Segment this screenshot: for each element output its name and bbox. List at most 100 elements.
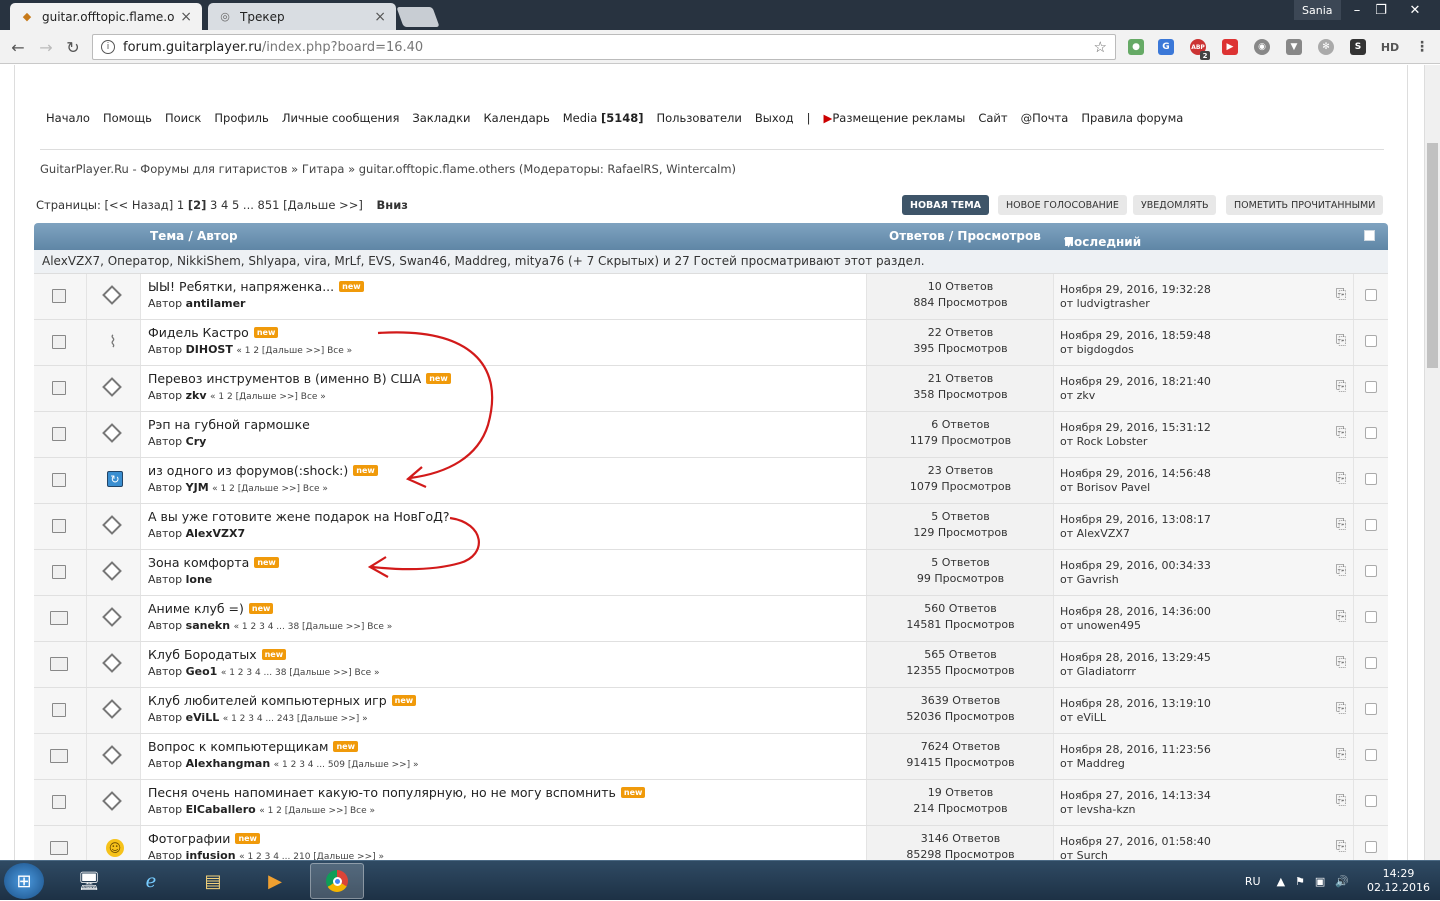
topic-checkbox[interactable] — [1365, 703, 1377, 715]
topic-checkbox[interactable] — [1365, 657, 1377, 669]
topic-title-link[interactable]: Клуб любителей компьютерных игр — [148, 693, 387, 708]
last-post-icon[interactable]: ⎘ — [1336, 655, 1346, 670]
taskbar-chrome-icon[interactable] — [310, 863, 364, 899]
tray-volume-icon[interactable]: 🔊 — [1335, 875, 1349, 888]
last-post-icon[interactable]: ⎘ — [1336, 609, 1346, 624]
start-button[interactable]: ⊞ — [4, 863, 44, 899]
page-scrollbar[interactable] — [1424, 65, 1440, 860]
topic-title-link[interactable]: Песня очень напоминает какую-то популярн… — [148, 785, 616, 800]
address-bar[interactable]: i forum.guitarplayer.ru/index.php?board=… — [92, 34, 1116, 60]
new-badge[interactable]: new — [254, 557, 279, 568]
last-post-icon[interactable]: ⎘ — [1336, 471, 1346, 486]
author-link[interactable]: infusion — [186, 849, 236, 860]
pagination-prefix[interactable]: Страницы: [<< Назад] 1 — [36, 198, 188, 212]
mark-read-button[interactable]: ПОМЕТИТЬ ПРОЧИТАННЫМИ — [1226, 195, 1384, 215]
topic-pages[interactable]: « 1 2 3 4 ... 38 [Дальше >>] Все » — [234, 622, 393, 632]
menu-logout[interactable]: Выход — [755, 111, 794, 125]
new-badge[interactable]: new — [261, 649, 287, 660]
menu-home[interactable]: Начало — [46, 111, 90, 125]
topic-checkbox[interactable] — [1365, 335, 1377, 347]
menu-users[interactable]: Пользователи — [656, 111, 741, 125]
topic-pages[interactable]: « 1 2 [Дальше >>] Все » — [212, 484, 328, 494]
taskbar-computer-icon[interactable]: 🖥 — [62, 863, 116, 899]
menu-calendar[interactable]: Календарь — [484, 111, 550, 125]
last-post-author[interactable]: от eViLL — [1060, 711, 1106, 724]
author-link[interactable]: lone — [186, 573, 213, 586]
topic-title-link[interactable]: Рэп на губной гармошке — [148, 417, 310, 432]
taskbar-explorer-icon[interactable]: ▤ — [186, 863, 240, 899]
reload-icon[interactable]: ↻ — [63, 38, 83, 57]
hd-extension-icon[interactable]: HD — [1378, 39, 1402, 55]
last-post-icon[interactable]: ⎘ — [1336, 701, 1346, 716]
pagination[interactable]: Страницы: [<< Назад] 1 [2] 3 4 5 ... 851… — [36, 198, 408, 212]
new-topic-button[interactable]: НОВАЯ ТЕМА — [902, 195, 990, 215]
new-poll-button[interactable]: НОВОЕ ГОЛОСОВАНИЕ — [998, 195, 1127, 215]
author-link[interactable]: eViLL — [186, 711, 220, 724]
last-post-icon[interactable]: ⎘ — [1336, 563, 1346, 578]
last-post-author[interactable]: от AlexVZX7 — [1060, 527, 1130, 540]
topic-pages[interactable]: « 1 2 [Дальше >>] Все » — [210, 392, 326, 402]
s-extension-icon[interactable]: S — [1350, 39, 1366, 55]
topic-checkbox[interactable] — [1365, 519, 1377, 531]
last-post-author[interactable]: от ludvigtrasher — [1060, 297, 1150, 310]
tray-network-icon[interactable]: ▣ — [1315, 875, 1325, 888]
forward-icon[interactable]: → — [36, 38, 56, 57]
author-link[interactable]: antilamer — [186, 297, 246, 310]
topic-checkbox[interactable] — [1365, 795, 1377, 807]
last-post-icon[interactable]: ⎘ — [1336, 425, 1346, 440]
author-link[interactable]: DIHOST — [186, 343, 233, 356]
media-extension-icon[interactable]: ▶ — [1222, 39, 1238, 55]
scroll-down-link[interactable]: Вниз — [376, 198, 407, 212]
col-topic-header[interactable]: Тема / Автор — [150, 229, 238, 243]
topic-checkbox[interactable] — [1365, 473, 1377, 485]
tray-expand-icon[interactable]: ▲ — [1277, 875, 1285, 888]
language-indicator[interactable]: RU — [1245, 875, 1261, 888]
tab-close-icon[interactable]: × — [180, 9, 192, 25]
new-badge[interactable]: new — [248, 603, 274, 614]
col-stats-header[interactable]: Ответов / Просмотров — [889, 229, 1041, 243]
topic-title-link[interactable]: Клуб Бородатых — [148, 647, 257, 662]
topic-checkbox[interactable] — [1365, 381, 1377, 393]
breadcrumb[interactable]: GuitarPlayer.Ru - Форумы для гитаристов … — [40, 162, 736, 176]
select-all-checkbox[interactable] — [1364, 230, 1375, 241]
topic-title-link[interactable]: Аниме клуб =) — [148, 601, 244, 616]
topic-checkbox[interactable] — [1365, 611, 1377, 623]
tray-flag-icon[interactable]: ⚑ — [1295, 875, 1305, 888]
new-badge[interactable]: new — [253, 327, 279, 338]
last-post-icon[interactable]: ⎘ — [1336, 747, 1346, 762]
author-link[interactable]: YJM — [186, 481, 209, 494]
last-post-icon[interactable]: ⎘ — [1336, 379, 1346, 394]
topic-checkbox[interactable] — [1365, 565, 1377, 577]
last-post-icon[interactable]: ⎘ — [1336, 839, 1346, 854]
topic-pages[interactable]: « 1 2 3 4 ... 210 [Дальше >>] » — [239, 852, 384, 860]
extension-icon[interactable]: ● — [1128, 39, 1144, 55]
menu-search[interactable]: Поиск — [165, 111, 201, 125]
shield-icon[interactable]: ▼ — [1286, 39, 1302, 55]
new-badge[interactable]: new — [353, 465, 378, 476]
topic-title-link[interactable]: Фотографии — [148, 831, 230, 846]
last-post-author[interactable]: от Borisov Pavel — [1060, 481, 1150, 494]
last-post-author[interactable]: от Rock Lobster — [1060, 435, 1147, 448]
menu-rules[interactable]: Правила форума — [1081, 111, 1183, 125]
new-badge[interactable]: new — [620, 787, 646, 798]
author-link[interactable]: Cry — [186, 435, 207, 448]
last-post-author[interactable]: от Maddreg — [1060, 757, 1125, 770]
menu-site[interactable]: Сайт — [978, 111, 1007, 125]
last-post-author[interactable]: от Gladiatorrr — [1060, 665, 1136, 678]
last-post-icon[interactable]: ⎘ — [1336, 333, 1346, 348]
tab-close-icon[interactable]: × — [374, 9, 386, 25]
menu-profile[interactable]: Профиль — [214, 111, 268, 125]
menu-dots-icon[interactable]: ⋮ — [1414, 39, 1430, 55]
info-icon[interactable]: i — [101, 40, 115, 54]
author-link[interactable]: sanekn — [186, 619, 230, 632]
profile-name[interactable]: Sania — [1294, 0, 1341, 20]
author-link[interactable]: zkv — [186, 389, 207, 402]
topic-title-link[interactable]: ЫЫ! Ребятки, напряженка... — [148, 279, 334, 294]
new-badge[interactable]: new — [339, 281, 364, 292]
last-post-icon[interactable]: ⎘ — [1336, 517, 1346, 532]
topic-title-link[interactable]: Вопрос к компьютерщикам — [148, 739, 328, 754]
topic-pages[interactable]: « 1 2 [Дальше >>] Все » — [236, 346, 352, 356]
topic-checkbox[interactable] — [1365, 289, 1377, 301]
pagination-rest[interactable]: 3 4 5 ... 851 [Дальше >>] — [206, 198, 363, 212]
topic-title-link[interactable]: Зона комфорта — [148, 555, 249, 570]
